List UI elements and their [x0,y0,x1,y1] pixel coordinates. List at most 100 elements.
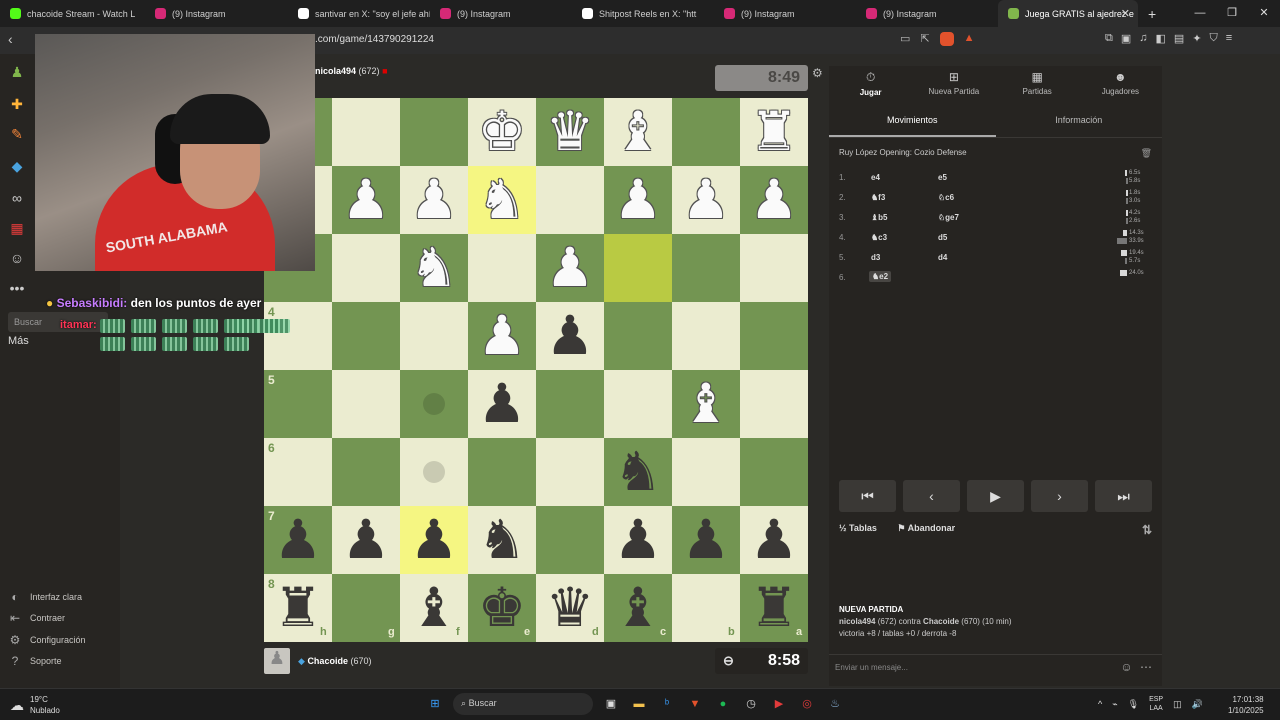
board-square[interactable] [400,302,468,370]
close-window-button[interactable]: ✕ [1248,0,1280,27]
black-pawn-icon[interactable]: ♟ [672,506,740,574]
play-button[interactable]: ▶ [967,480,1024,512]
support-button[interactable]: ? Soporte [8,654,62,668]
white-bishop-icon[interactable]: ♝ [604,98,672,166]
share-icon[interactable]: ⇱ [920,32,929,46]
file-explorer-icon[interactable]: ▬ [629,694,649,714]
opponent-name[interactable]: nicola494 [315,66,356,76]
brave-shield-icon[interactable] [939,32,954,46]
brave-icon[interactable]: ▼ [685,694,705,714]
black-knight-icon[interactable]: ♞ [468,506,536,574]
black-pawn-icon[interactable]: ♟ [740,506,808,574]
black-pawn-icon[interactable]: ♟ [400,506,468,574]
white-bishop-icon[interactable]: ♝ [672,370,740,438]
tab-x[interactable]: Shitpost Reels en X: "htt [572,0,714,27]
black-move[interactable]: d4 [938,253,947,262]
board-square[interactable] [604,234,672,302]
chat-input[interactable]: Enviar un mensaje... ☺ ⋯ [829,654,1162,678]
white-pawn-icon[interactable]: ♟ [468,302,536,370]
black-move[interactable]: d5 [938,233,947,242]
friends-icon[interactable]: ☺ [8,250,26,268]
black-pawn-icon[interactable]: ♟ [536,302,604,370]
mic-icon[interactable]: 🎙 [1128,699,1139,710]
board-square[interactable] [740,302,808,370]
board-square[interactable] [740,370,808,438]
white-move[interactable]: ♞c3 [871,233,887,242]
board-square[interactable] [400,98,468,166]
tab-x[interactable]: santivar en X: "soy el jefe ahí h [288,0,430,27]
wifi-icon[interactable]: ◫ [1173,699,1182,710]
move-hint-dot[interactable] [423,393,445,415]
chess-board[interactable]: ♚ ♛ ♝ ♜ ♟ ♟ ♞ ♟ ♟ ♟ ♞ ♟ ♟ ♟ ♟ ♝ ♞ ♟ ♟ ♟ ♞ ♟ ♟ ♟ ♜ ♝ ♚ ♛ ♝ ♜ 4 5 6 7 8 h g f e d… [264,98,808,642]
more-label[interactable]: Más [8,335,29,347]
move-hint-dot[interactable] [423,461,445,483]
tab-new-game[interactable]: ⊞ Nueva Partida [912,66,995,102]
board-square[interactable] [672,234,740,302]
black-move[interactable]: ♘ge7 [938,213,959,222]
white-king-icon[interactable]: ♚ [468,98,536,166]
white-pawn-icon[interactable]: ♟ [332,166,400,234]
emoji-icon[interactable]: ☺ ⋯ [1120,660,1154,674]
white-move[interactable]: ♝b5 [871,213,888,222]
black-move[interactable]: e5 [938,173,947,182]
board-square[interactable] [332,438,400,506]
chesscom-logo-icon[interactable]: ♟ [8,64,26,82]
tab-instagram[interactable]: (9) Instagram [145,0,288,27]
puzzle-icon[interactable]: ✚ [8,96,26,114]
white-move[interactable]: ♞f3 [871,193,885,202]
bing-icon[interactable]: ᵇ [657,694,677,714]
board-square[interactable] [332,370,400,438]
first-move-button[interactable]: ⏮ [839,480,896,512]
prev-move-button[interactable]: ‹ [903,480,960,512]
more-icon[interactable]: ••• [8,280,26,298]
board-square[interactable] [332,98,400,166]
white-pawn-icon[interactable]: ♟ [604,166,672,234]
avatar[interactable]: ♟ [264,648,290,674]
black-pawn-icon[interactable]: ♟ [332,506,400,574]
network-icon[interactable]: ⌁ [1112,699,1117,710]
tab-instagram[interactable]: (9) Instagram [430,0,572,27]
wallet-icon[interactable]: ▤ [1174,32,1184,45]
language-indicator[interactable]: ESP LAA [1149,695,1163,713]
watch-icon[interactable]: ◆ [8,158,26,176]
tab-chess-active[interactable]: Juega GRATIS al ajedrez e ✕ [998,0,1138,27]
white-knight-icon[interactable]: ♞ [400,234,468,302]
steam-icon[interactable]: ♨ [825,694,845,714]
board-square[interactable] [604,370,672,438]
settings-button[interactable]: ⚙ Configuración [8,633,86,647]
task-view-icon[interactable]: ▣ [601,694,621,714]
tab-instagram[interactable]: (9) Instagram [856,0,998,27]
tab-players[interactable]: ☻ Jugadores [1079,66,1162,102]
windows-start-icon[interactable]: ⊞ [425,694,445,714]
menu-icon[interactable]: ≡ [1226,32,1232,45]
board-square[interactable] [332,234,400,302]
vpn-icon[interactable]: ⛉ [1210,32,1218,45]
white-move[interactable]: d3 [871,253,880,262]
back-arrow-icon[interactable]: ‹ [8,31,13,47]
brave-rewards-icon[interactable]: ▲ [964,32,975,46]
board-settings-icon[interactable]: ⚙ [812,66,823,80]
black-pawn-icon[interactable]: ♟ [604,506,672,574]
draw-button[interactable]: ½ Tablas [839,523,877,533]
white-queen-icon[interactable]: ♛ [536,98,604,166]
spotify-icon[interactable]: ● [713,694,733,714]
opera-icon[interactable]: ◎ [797,694,817,714]
sidebar-icon[interactable]: ◧ [1156,32,1166,45]
tab-moves[interactable]: Movimientos [829,102,996,137]
tab-kick[interactable]: chacoide Stream - Watch L [0,0,145,27]
tab-info[interactable]: Información [996,102,1163,137]
leo-icon[interactable]: ✦ [1192,32,1201,45]
new-tab-button[interactable]: + [1148,6,1156,22]
video-app-icon[interactable]: ▶ [769,694,789,714]
board-square[interactable] [740,438,808,506]
white-rook-icon[interactable]: ♜ [740,98,808,166]
clock-app-icon[interactable]: ◷ [741,694,761,714]
collapse-button[interactable]: ⇤ Contraer [8,611,65,625]
white-pawn-icon[interactable]: ♟ [536,234,604,302]
board-square[interactable] [468,234,536,302]
black-pawn-icon[interactable]: ♟ [468,370,536,438]
white-move[interactable]: e4 [871,173,880,182]
board-square[interactable] [536,506,604,574]
board-square[interactable] [468,438,536,506]
white-move[interactable]: ♞e2 [869,271,892,282]
